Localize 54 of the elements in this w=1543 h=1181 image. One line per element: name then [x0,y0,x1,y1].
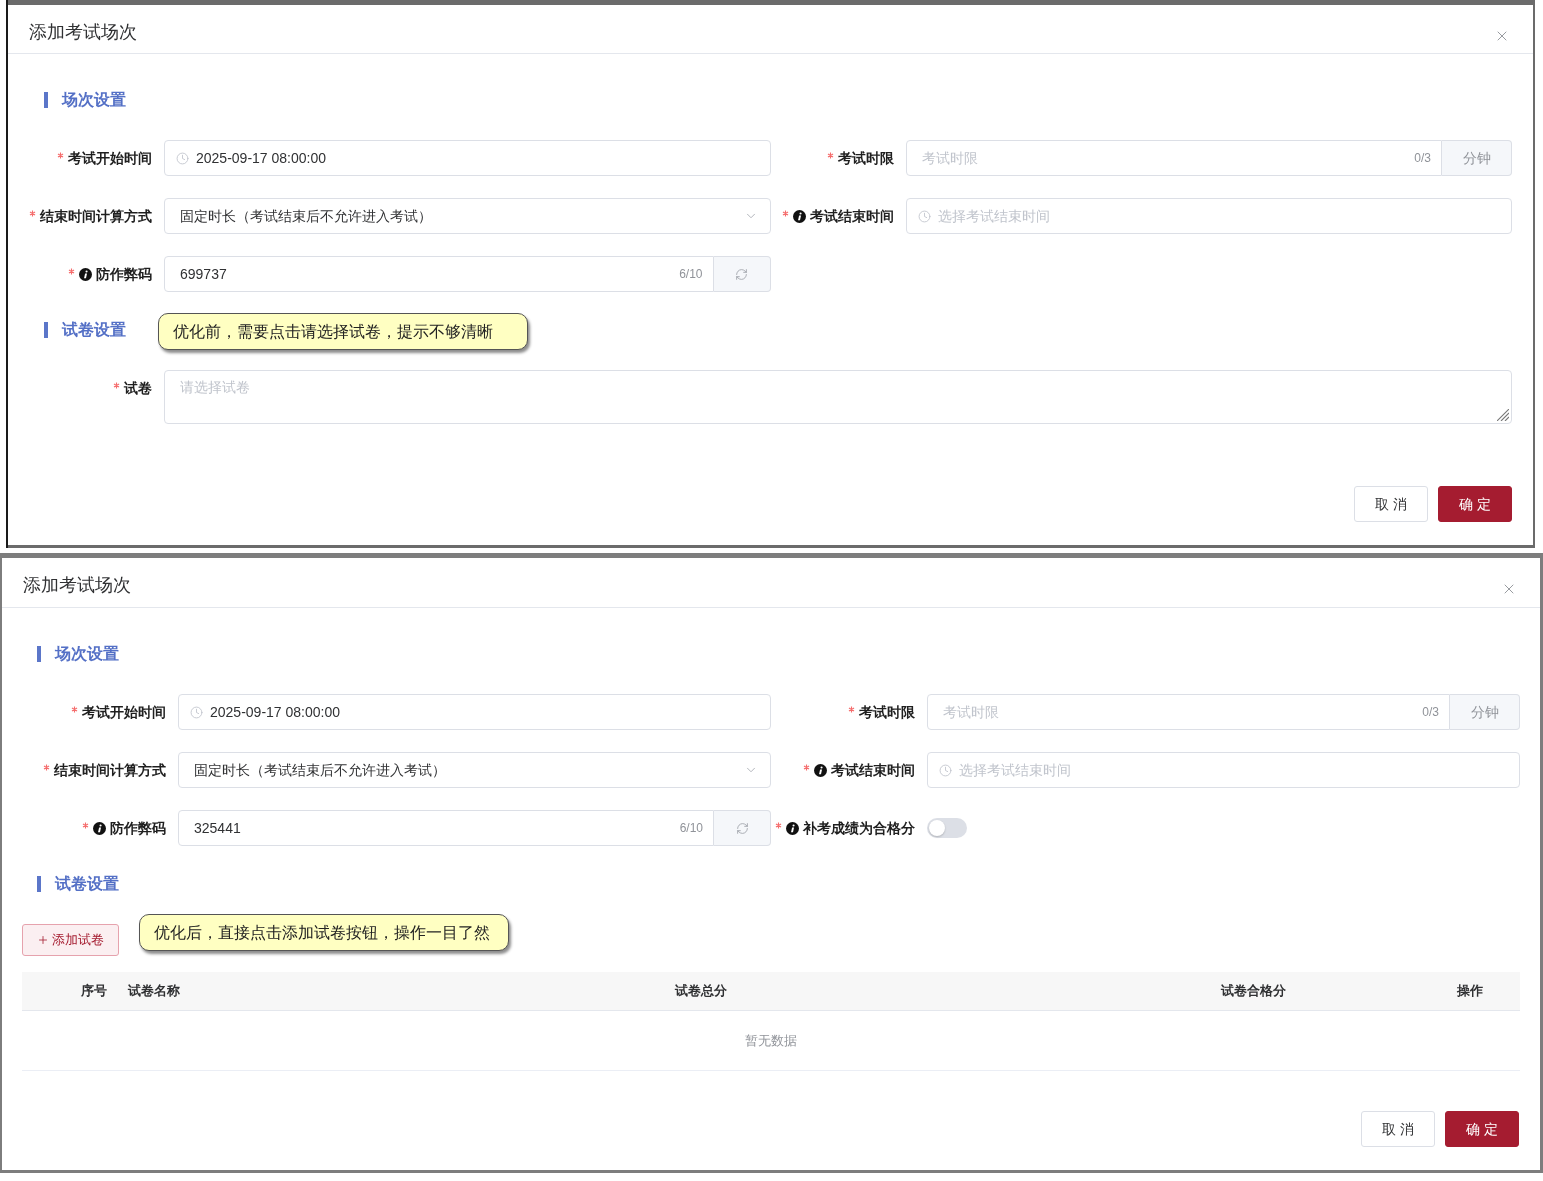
date-time-field[interactable]: 2025-09-17 08:00:00 [164,140,771,176]
toggle-switch[interactable] [927,818,967,838]
column-header: 试卷合格分 [1221,983,1286,999]
column-header: 操作 [1456,983,1483,999]
column-header: 序号 [81,983,107,999]
cancel-button[interactable]: 取 消 [1361,1111,1435,1147]
field-label: 防作弊码 [96,264,152,284]
code-input-field[interactable]: 699737 6/10 [164,256,714,292]
field-label: 防作弊码 [110,818,166,838]
clock-icon [939,763,952,777]
refresh-button[interactable] [714,810,771,846]
character-counter: 0/3 [1422,704,1439,721]
clock-icon [176,151,189,165]
refresh-icon [735,821,749,835]
code-input-field[interactable]: 325441 6/10 [178,810,714,846]
section-title: 试卷设置 [44,322,126,338]
section-title: 场次设置 [37,646,119,662]
confirm-button[interactable]: 确 定 [1445,1111,1519,1147]
cancel-button[interactable]: 取 消 [1354,486,1428,522]
annotation-callout: 优化后，直接点击添加试卷按钮，操作一目了然 [139,914,509,951]
field-label: 结束时间计算方式 [40,206,152,226]
field-label: 考试时限 [837,148,894,168]
select-field[interactable]: 固定时长（考试结束后不允许进入考试） [178,752,771,788]
dialog-title: 添加考试场次 [29,21,137,44]
field-label: 考试结束时间 [831,760,915,780]
column-header: 试卷名称 [128,983,180,999]
section-title: 场次设置 [44,92,126,108]
section-title: 试卷设置 [37,876,119,892]
dialog-title: 添加考试场次 [23,574,131,597]
add-paper-button[interactable]: 添加试卷 [22,924,119,956]
field-label: 结束时间计算方式 [54,760,166,780]
character-counter: 6/10 [679,820,703,837]
field-label: 考试结束时间 [809,206,894,226]
column-header: 试卷总分 [675,983,727,999]
empty-message: 暂无数据 [745,1031,797,1050]
date-time-field[interactable]: 2025-09-17 08:00:00 [178,694,771,730]
character-counter: 0/3 [1414,150,1431,167]
select-field[interactable]: 固定时长（考试结束后不允许进入考试） [164,198,771,234]
character-counter: 6/10 [679,266,703,283]
resize-handle-icon [1497,409,1509,421]
refresh-button[interactable] [713,256,771,292]
confirm-button[interactable]: 确 定 [1438,486,1512,522]
field-label: 考试时限 [859,702,915,722]
field-label: 补考成绩为合格分 [803,818,915,838]
field-label: 考试开始时间 [68,148,152,168]
clock-icon [917,209,931,223]
clock-icon [190,705,203,719]
annotation-callout: 优化前，需要点击请选择试卷，提示不够清晰 [158,313,528,350]
field-label: 试卷 [124,378,152,398]
unit-label: 分钟 [1442,140,1512,176]
unit-label: 分钟 [1450,694,1520,730]
plus-icon [37,934,49,946]
field-label: 考试开始时间 [82,702,166,722]
refresh-icon [735,267,748,281]
